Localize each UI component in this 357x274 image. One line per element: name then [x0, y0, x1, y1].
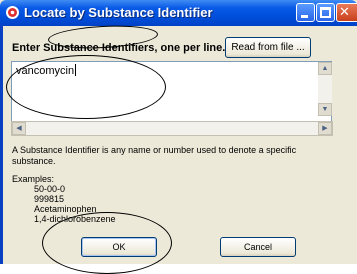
window-frame-left [0, 26, 3, 264]
window-title: Locate by Substance Identifier [24, 5, 213, 20]
maximize-icon [320, 7, 331, 18]
identifiers-textarea[interactable]: vancomycin [11, 61, 332, 125]
dialog-window: Locate by Substance Identifier ✕ Enter S… [0, 0, 357, 274]
close-icon: ✕ [339, 5, 350, 20]
identifier-description: A Substance Identifier is any name or nu… [12, 145, 297, 166]
example-item: 50-00-0 [34, 184, 66, 194]
minimize-icon [301, 15, 308, 18]
horizontal-scrollbar[interactable]: ◀ ▶ [11, 121, 333, 136]
scroll-up-icon[interactable]: ▲ [318, 62, 332, 75]
vertical-scrollbar[interactable]: ▲ ▼ [318, 62, 332, 116]
minimize-button[interactable] [296, 3, 315, 22]
scroll-left-icon[interactable]: ◀ [12, 122, 26, 135]
identifiers-value: vancomycin [16, 64, 77, 77]
scroll-right-icon[interactable]: ▶ [318, 122, 332, 135]
title-bar[interactable]: Locate by Substance Identifier ✕ [0, 0, 357, 26]
identifiers-prompt: Enter Substance Identifiers, one per lin… [12, 42, 226, 54]
app-icon [6, 6, 19, 19]
cancel-button[interactable]: Cancel [220, 237, 296, 257]
examples-label: Examples: [12, 174, 55, 184]
example-item: 999815 [34, 194, 65, 204]
maximize-button[interactable] [316, 3, 335, 22]
scroll-down-icon[interactable]: ▼ [318, 103, 332, 116]
example-item: Acetaminophen [34, 204, 97, 214]
ok-button[interactable]: OK [81, 237, 157, 257]
example-item: 1,4-dichlorobenzene [34, 214, 116, 224]
read-from-file-button[interactable]: Read from file ... [225, 37, 311, 58]
close-button[interactable]: ✕ [336, 3, 357, 22]
